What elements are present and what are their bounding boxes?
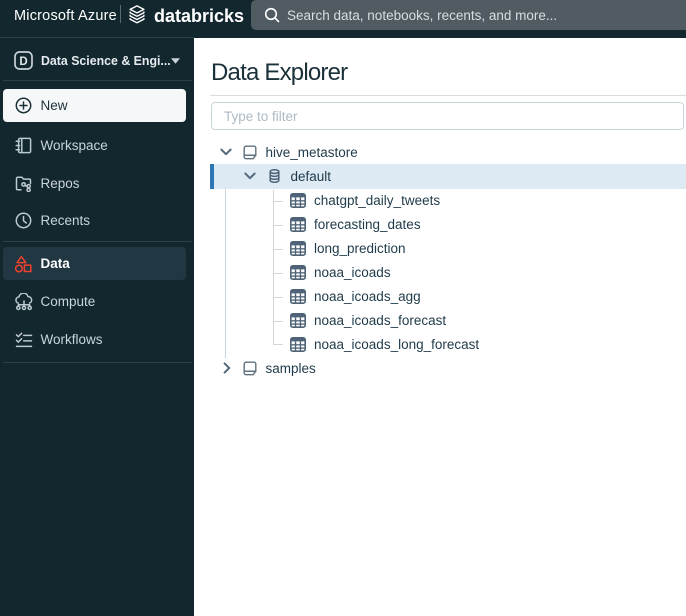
svg-text:D: D bbox=[19, 56, 27, 68]
